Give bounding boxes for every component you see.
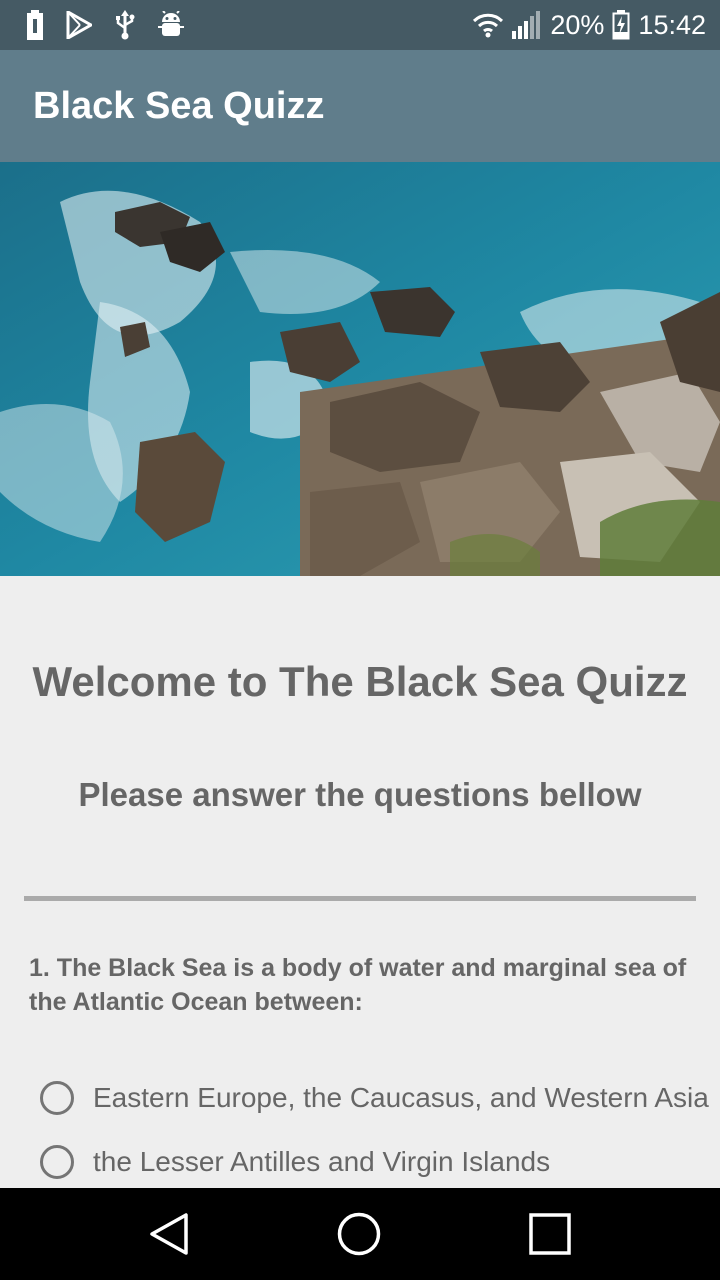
- radio-button-unchecked-icon[interactable]: [40, 1145, 74, 1179]
- wifi-icon: [473, 13, 504, 38]
- battery-icon: [27, 10, 43, 40]
- android-debug-icon: [158, 11, 184, 36]
- recents-icon: [529, 1213, 571, 1255]
- battery-percent: 20%: [550, 9, 605, 40]
- notification-icons: [26, 0, 184, 50]
- instructions-text: Please answer the questions bellow: [78, 776, 642, 813]
- divider: [24, 896, 696, 901]
- rocky-coast-photo: [0, 162, 720, 576]
- back-button[interactable]: [115, 1188, 225, 1280]
- question-1-option-1[interactable]: Eastern Europe, the Caucasus, and Wester…: [40, 1078, 709, 1118]
- quiz-content: Welcome to The Black Sea Quizz Please an…: [0, 576, 720, 1188]
- status-bar: 20% 15:42: [0, 0, 720, 50]
- question-1-option-2[interactable]: the Lesser Antilles and Virgin Islands: [40, 1142, 550, 1182]
- system-status: 20% 15:42: [472, 0, 706, 50]
- clock: 15:42: [638, 9, 706, 40]
- radio-button-unchecked-icon[interactable]: [40, 1081, 74, 1115]
- question-1-text: 1. The Black Sea is a body of water and …: [29, 954, 687, 1016]
- usb-icon: [116, 10, 135, 40]
- navigation-bar: [0, 1188, 720, 1280]
- welcome-heading: Welcome to The Black Sea Quizz: [32, 658, 688, 705]
- signal-icon: [512, 11, 541, 39]
- home-button[interactable]: [304, 1188, 414, 1280]
- option-label: the Lesser Antilles and Virgin Islands: [93, 1146, 551, 1177]
- play-store-icon: [66, 11, 92, 39]
- app-bar: Black Sea Quizz: [0, 50, 720, 162]
- back-icon: [150, 1213, 188, 1255]
- home-icon: [337, 1212, 381, 1256]
- recents-button[interactable]: [495, 1188, 605, 1280]
- app-title: Black Sea Quizz: [33, 84, 325, 127]
- option-label: Eastern Europe, the Caucasus, and Wester…: [93, 1082, 709, 1113]
- charging-battery-icon: [612, 10, 630, 40]
